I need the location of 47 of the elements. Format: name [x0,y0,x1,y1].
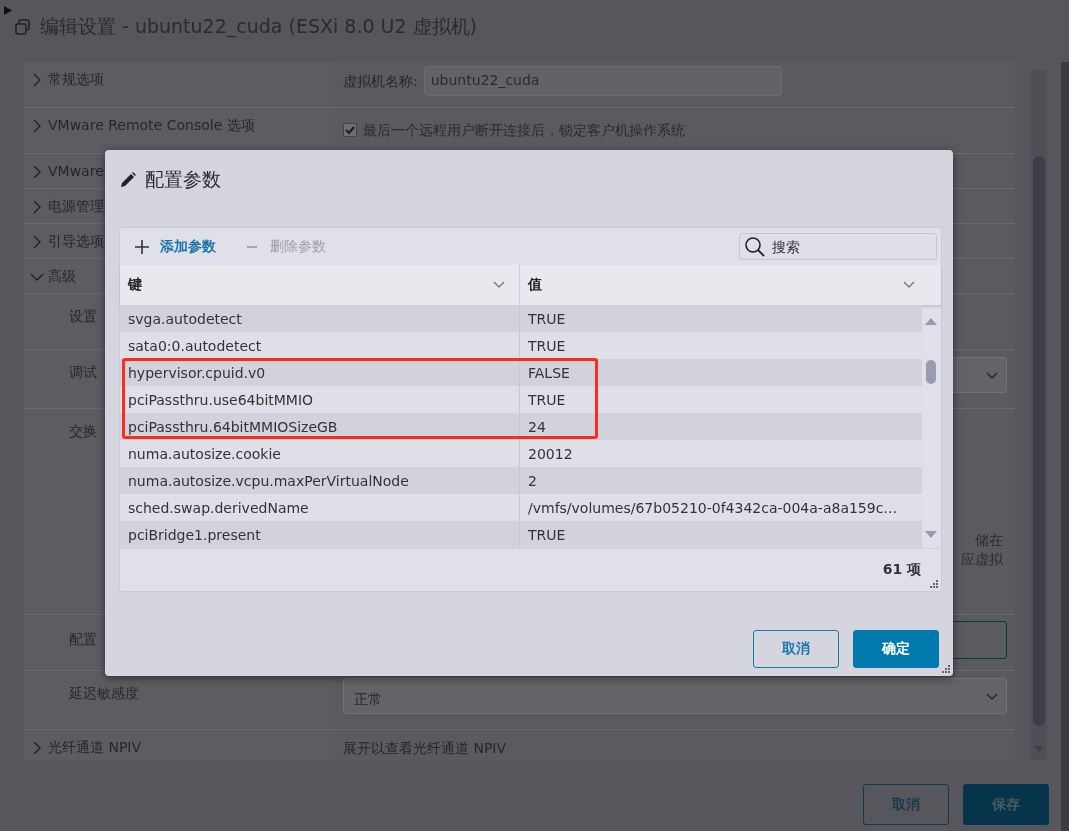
table-cell-text: TRUE [527,526,567,543]
search-field[interactable]: 搜索 [739,233,937,260]
dropdown[interactable]: 正常 [343,678,1007,714]
check-icon [344,124,356,136]
chevron-icon[interactable] [32,235,42,249]
section-label[interactable]: VMware [48,163,104,179]
chevron-down-icon [903,281,915,289]
chevron-icon[interactable] [32,119,42,133]
table-cell-text: TRUE [527,337,567,354]
dialog-button[interactable]: 确定 [853,630,939,668]
table-cell: sata0:0.autodetect [120,332,520,359]
toolbar-button[interactable]: 添加参数 [134,237,224,256]
triangle-icon [4,6,12,15]
pencil-icon [119,171,137,189]
chevron-down-icon [986,693,998,701]
copy-icon [14,18,32,36]
table-cell-text: TRUE [527,310,567,327]
table-cell-text: TRUE [527,391,567,408]
table-cell: pciBridge1.present [120,521,520,548]
chevron-down-icon [986,372,998,380]
resize-grip-icon[interactable] [942,665,950,673]
dialog-title: 配置参数 [145,167,221,192]
table-row[interactable]: hypervisor.cpuid.v0 FALSE [120,359,922,386]
resize-grip-icon[interactable] [930,580,938,588]
chevron-icon[interactable] [32,165,42,179]
chevron-icon[interactable] [30,272,44,282]
scrollbar[interactable] [1031,70,1047,760]
column-header[interactable]: 值 [520,265,941,305]
table-cell-text: /vmfs/volumes/67b05210-0f4342ca-004a-a8a159c… [527,499,899,516]
table-row[interactable]: svga.autodetect TRUE [120,305,922,332]
chevron-icon[interactable] [32,73,42,87]
dialog-button[interactable]: 取消 [753,630,839,668]
table-cell-text: 20012 [527,445,574,462]
chevron-down-icon [493,281,505,289]
search-icon [744,236,766,258]
table-row[interactable]: pciBridge1.present TRUE [120,521,922,548]
table-cell-text: 24 [527,418,547,435]
plus-icon [134,238,150,255]
item-count: 61 项 [882,561,921,579]
table-cell-text: 2 [527,472,538,489]
minus-icon [247,245,257,248]
table-row[interactable]: pciPassthru.64bitMMIOSizeGB 24 [120,413,922,440]
table-row[interactable]: numa.autosize.vcpu.maxPerVirtualNode 2 [120,467,922,494]
name-field[interactable]: ubuntu22_cuda [423,66,782,96]
table-cell-text: FALSE [527,364,571,381]
chevron-icon[interactable] [32,741,42,755]
chevron-icon[interactable] [32,200,42,214]
